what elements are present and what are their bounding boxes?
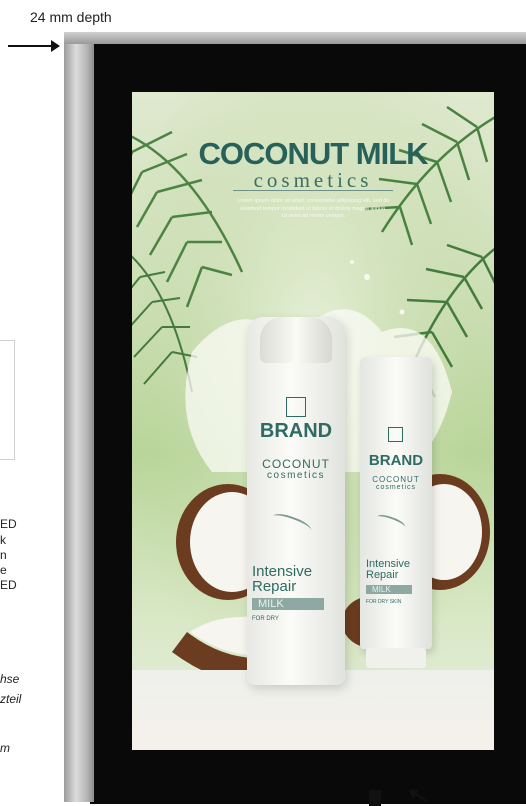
bottle-brand: BRAND [259, 420, 333, 442]
poster-divider [233, 190, 393, 191]
tube-line1: COCONUT [372, 475, 420, 484]
tube-cap [366, 648, 426, 668]
tube-variant: MILK [366, 585, 412, 594]
side-text-fragment: ED [0, 578, 17, 592]
brand-logo-icon [388, 427, 403, 442]
side-image-fragment [0, 340, 15, 460]
brand-logo-icon [286, 397, 306, 417]
side-text-fragment: e [0, 563, 7, 577]
bottle-note: FOR DRY [252, 616, 279, 622]
side-text-fragment: n [0, 548, 7, 562]
tube-brand: BRAND [368, 452, 424, 469]
tube-line2: cosmetics [375, 484, 417, 491]
tube-product2: Repair [366, 569, 399, 581]
side-text-fragment: k [0, 533, 6, 547]
poster-title: COCONUT MILK [198, 136, 428, 171]
stand-post [369, 790, 381, 806]
side-text-fragment: m [0, 741, 10, 755]
bottle-cap [260, 317, 332, 363]
side-text-fragment: ED [0, 517, 17, 531]
bottle-line1: COCONUT [262, 457, 330, 471]
tube [360, 357, 432, 649]
arrow-right-icon [8, 40, 60, 52]
tube-note: FOR DRY SKIN [366, 599, 402, 605]
frame-top-edge [64, 32, 526, 44]
poster-body-text: Lorem ipsum dolor sit amet, consectetur … [237, 198, 390, 219]
depth-label: 24 mm depth [30, 9, 112, 25]
bottle [247, 317, 345, 685]
side-text-fragment: hse [0, 672, 20, 686]
bottle-line2: cosmetics [267, 470, 325, 481]
bottle-product2: Repair [252, 578, 297, 595]
poster: COCONUT MILK cosmetics Lorem ipsum dolor… [132, 92, 494, 750]
side-text-fragment: zteil [0, 692, 22, 706]
frame-aluminium-edge [64, 32, 94, 802]
bottle-variant: MILK [252, 598, 324, 610]
